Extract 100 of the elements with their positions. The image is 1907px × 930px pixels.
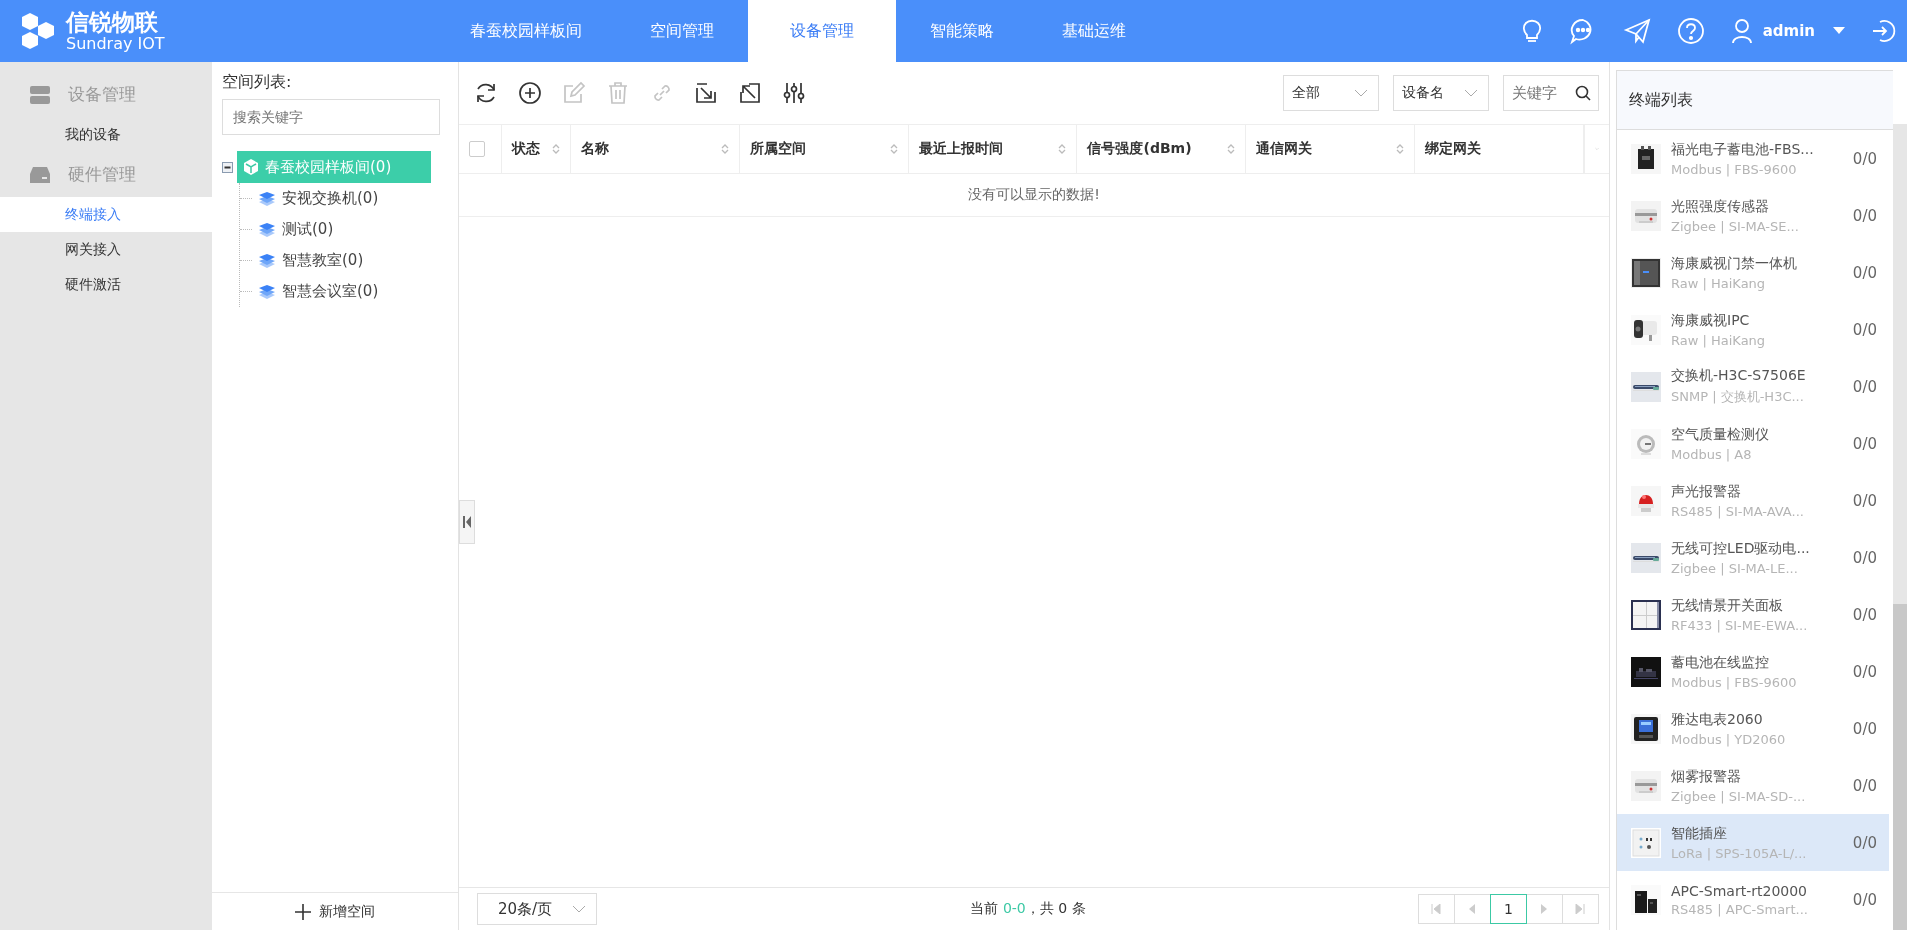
tree-title: 空间列表: [222,72,293,93]
terminal-list-item[interactable]: 无线可控LED驱动电... Zigbee | SI-MA-LE... 0/0 [1617,529,1889,586]
tree-node[interactable]: 测试(0) [252,214,340,245]
keyword-field[interactable]: 关键字 [1503,75,1599,111]
search-icon[interactable] [1575,85,1591,101]
column-header[interactable]: 状态 [502,125,571,173]
search-field[interactable]: 搜索关键字 [222,99,440,135]
terminal-list-item[interactable]: 雅达电表2060 Modbus | YD2060 0/0 [1617,700,1889,757]
device-protocol: Modbus | YD2060 [1671,731,1786,747]
device-protocol: Zigbee | SI-MA-SD-... [1671,788,1806,804]
terminal-list-item[interactable]: 海康威视门禁一体机 Raw | HaiKang 0/0 [1617,244,1889,301]
device-count: 0/0 [1852,320,1877,339]
chevron-down-icon [572,905,586,913]
sort-icon[interactable] [1396,143,1405,155]
previous-icon [1468,904,1477,914]
device-name: APC-Smart-rt20000 [1671,882,1808,899]
empty-message: 没有可以显示的数据! [968,186,1100,204]
device-protocol: Raw | HaiKang [1671,332,1766,348]
scope-select[interactable]: 全部 [1283,75,1379,111]
page-button[interactable]: 1 [1490,894,1527,924]
device-name: 烟雾报警器 [1671,767,1742,786]
sort-icon[interactable] [1227,143,1236,155]
page-size-select[interactable]: 20条/页 [477,893,597,925]
scrollbar[interactable] [1893,124,1907,930]
device-protocol: SNMP | 交换机-H3C... [1671,388,1805,406]
device-name: 雅达电表2060 [1671,710,1764,729]
sort-icon[interactable] [720,143,729,155]
column-header[interactable]: 通信网关 [1246,125,1416,173]
chevron-down-icon [1464,89,1478,97]
previous-page-button[interactable] [1454,894,1491,924]
terminal-list-item[interactable]: 海康威视IPC Raw | HaiKang 0/0 [1617,301,1889,358]
select-all-checkbox[interactable] [469,141,485,157]
device-count: 0/0 [1852,377,1877,396]
layers-icon [258,283,276,300]
sidebar-item[interactable]: 硬件激活 [0,267,212,302]
terminal-list-item[interactable]: 智能插座 LoRa | SPS-105A-L/... 0/0 [1617,814,1889,871]
device-count: 0/0 [1852,206,1877,225]
collapse-icon[interactable] [222,161,233,173]
last-page-button[interactable] [1562,894,1599,924]
layers-icon [258,221,276,238]
tree-node[interactable]: 安视交换机(0) [252,183,385,214]
tree-node[interactable]: 智慧教室(0) [252,245,370,276]
chevron-down-icon[interactable] [1594,145,1599,153]
logout-icon[interactable] [1871,18,1897,44]
device-protocol: Modbus | A8 [1671,446,1753,462]
terminal-list-item[interactable]: 光照强度传感器 Zigbee | SI-MA-SE... 0/0 [1617,187,1889,244]
terminal-list-item[interactable]: APC-Smart-rt20000 RS485 | APC-Smart... 0/0 [1617,871,1889,928]
pager-summary: 当前 0-0，共 0 条 [970,900,1086,918]
device-name: 智能插座 [1671,824,1728,843]
column-header[interactable]: 绑定网关 [1415,125,1584,173]
terminal-list-item[interactable]: 蓄电池在线监控 Modbus | FBS-9600 0/0 [1617,643,1889,700]
layers-icon [258,190,276,207]
sort-icon[interactable] [552,143,560,155]
column-header[interactable]: 所属空间 [739,125,909,173]
device-name: 福光电子蓄电池-FBS... [1671,140,1814,159]
device-name: 无线情景开关面板 [1671,596,1784,615]
device-name: 海康威视门禁一体机 [1671,254,1797,273]
field-select[interactable]: 设备名 [1393,75,1489,111]
cube-icon [243,159,259,175]
send-icon[interactable] [1622,17,1651,45]
next-page-button[interactable] [1526,894,1563,924]
terminal-list-item[interactable]: 交换机-H3C-S7506E SNMP | 交换机-H3C... 0/0 [1617,358,1889,415]
help-icon[interactable] [1676,17,1705,45]
last-page-icon [1575,904,1586,914]
column-header[interactable]: 信号强度(dBm) [1077,125,1247,173]
caret-icon[interactable] [1833,27,1845,35]
column-header[interactable]: 最近上报时间 [908,125,1078,173]
column-header[interactable]: 名称 [571,125,740,173]
terminal-list-item[interactable]: 福光电子蓄电池-FBS... Modbus | FBS-9600 0/0 [1617,130,1889,187]
collapse-handle[interactable] [459,500,475,544]
device-count: 0/0 [1852,434,1877,453]
nav-tab[interactable]: 设备管理 [748,0,896,62]
device-count: 0/0 [1852,605,1877,624]
collapse-left-icon [463,516,471,528]
drive-icon [30,166,50,183]
brand-tagline: Sundray IOT [66,34,165,53]
device-name: 无线可控LED驱动电... [1671,539,1810,558]
device-protocol: RS485 | SI-MA-AVA... [1671,503,1804,519]
device-protocol: Modbus | FBS-9600 [1671,674,1797,690]
next-icon [1540,904,1549,914]
device-name: 交换机-H3C-S7506E [1671,367,1806,385]
sort-icon[interactable] [889,143,898,155]
user-icon [1730,18,1753,44]
tree-node[interactable]: 智慧会议室(0) [252,276,385,307]
terminal-list-item[interactable]: 空气质量检测仪 Modbus | A8 0/0 [1617,415,1889,472]
terminal-list-item[interactable]: 烟雾报警器 Zigbee | SI-MA-SD-... 0/0 [1617,757,1889,814]
device-protocol: RF433 | SI-ME-EWA... [1671,617,1808,633]
plus-icon [295,903,311,920]
device-count: 0/0 [1852,548,1877,567]
sidebar-item[interactable]: 我的设备 [0,117,212,152]
terminal-list-item[interactable]: 声光报警器 RS485 | SI-MA-AVA... 0/0 [1617,472,1889,529]
sidebar-item[interactable]: 终端接入 [0,197,212,232]
sidebar-item[interactable]: 网关接入 [0,232,212,267]
first-page-button[interactable] [1418,894,1455,924]
device-protocol: Modbus | FBS-9600 [1671,161,1798,177]
lightbulb-icon[interactable] [1520,18,1543,44]
device-name: 海康威视IPC [1671,311,1751,330]
sort-icon[interactable] [1058,143,1067,155]
device-count: 0/0 [1852,833,1877,852]
terminal-list-item[interactable]: 无线情景开关面板 RF433 | SI-ME-EWA... 0/0 [1617,586,1889,643]
